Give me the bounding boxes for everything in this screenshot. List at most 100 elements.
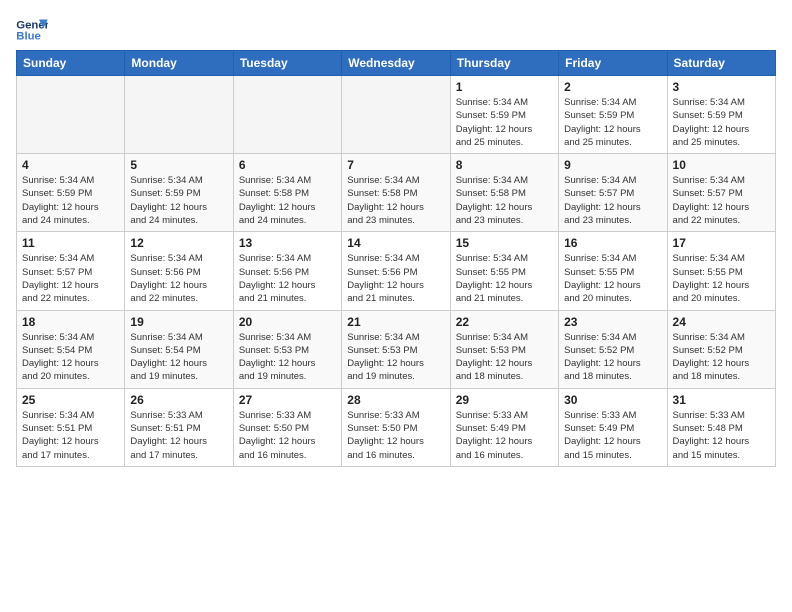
day-number: 17 <box>673 236 770 250</box>
calendar-cell: 19 Sunrise: 5:34 AMSunset: 5:54 PMDayligh… <box>125 310 233 388</box>
calendar-cell: 14 Sunrise: 5:34 AMSunset: 5:56 PMDayligh… <box>342 232 450 310</box>
day-number: 3 <box>673 80 770 94</box>
day-number: 18 <box>22 315 119 329</box>
day-info: Sunrise: 5:34 AMSunset: 5:53 PMDaylight:… <box>456 331 553 384</box>
day-info: Sunrise: 5:34 AMSunset: 5:57 PMDaylight:… <box>22 252 119 305</box>
calendar-week-1: 1Sunrise: 5:34 AMSunset: 5:59 PMDaylight… <box>17 76 776 154</box>
day-info: Sunrise: 5:33 AMSunset: 5:49 PMDaylight:… <box>456 409 553 462</box>
day-number: 29 <box>456 393 553 407</box>
day-info: Sunrise: 5:33 AMSunset: 5:50 PMDaylight:… <box>239 409 336 462</box>
day-info: Sunrise: 5:34 AMSunset: 5:53 PMDaylight:… <box>347 331 444 384</box>
weekday-header-tuesday: Tuesday <box>233 51 341 76</box>
calendar-cell <box>233 76 341 154</box>
day-number: 26 <box>130 393 227 407</box>
day-number: 4 <box>22 158 119 172</box>
day-info: Sunrise: 5:34 AMSunset: 5:58 PMDaylight:… <box>239 174 336 227</box>
calendar-cell: 5Sunrise: 5:34 AMSunset: 5:59 PMDaylight… <box>125 154 233 232</box>
day-info: Sunrise: 5:33 AMSunset: 5:48 PMDaylight:… <box>673 409 770 462</box>
calendar-cell: 31 Sunrise: 5:33 AMSunset: 5:48 PMDayligh… <box>667 388 775 466</box>
calendar-table: SundayMondayTuesdayWednesdayThursdayFrid… <box>16 50 776 467</box>
calendar-cell: 13 Sunrise: 5:34 AMSunset: 5:56 PMDayligh… <box>233 232 341 310</box>
calendar-cell: 20 Sunrise: 5:34 AMSunset: 5:53 PMDayligh… <box>233 310 341 388</box>
calendar-cell: 18 Sunrise: 5:34 AMSunset: 5:54 PMDayligh… <box>17 310 125 388</box>
calendar-cell: 24 Sunrise: 5:34 AMSunset: 5:52 PMDayligh… <box>667 310 775 388</box>
day-info: Sunrise: 5:34 AMSunset: 5:56 PMDaylight:… <box>239 252 336 305</box>
calendar-cell <box>342 76 450 154</box>
calendar-week-4: 18 Sunrise: 5:34 AMSunset: 5:54 PMDayligh… <box>17 310 776 388</box>
calendar-cell: 23 Sunrise: 5:34 AMSunset: 5:52 PMDayligh… <box>559 310 667 388</box>
calendar-cell: 30Sunrise: 5:33 AMSunset: 5:49 PMDayligh… <box>559 388 667 466</box>
weekday-header-thursday: Thursday <box>450 51 558 76</box>
day-info: Sunrise: 5:34 AMSunset: 5:58 PMDaylight:… <box>347 174 444 227</box>
day-info: Sunrise: 5:34 AMSunset: 5:54 PMDaylight:… <box>130 331 227 384</box>
calendar-cell: 9Sunrise: 5:34 AMSunset: 5:57 PMDaylight… <box>559 154 667 232</box>
day-info: Sunrise: 5:34 AMSunset: 5:59 PMDaylight:… <box>673 96 770 149</box>
calendar-cell: 10Sunrise: 5:34 AMSunset: 5:57 PMDayligh… <box>667 154 775 232</box>
calendar-cell: 29 Sunrise: 5:33 AMSunset: 5:49 PMDayligh… <box>450 388 558 466</box>
day-number: 6 <box>239 158 336 172</box>
day-info: Sunrise: 5:33 AMSunset: 5:49 PMDaylight:… <box>564 409 661 462</box>
calendar-cell: 26Sunrise: 5:33 AMSunset: 5:51 PMDayligh… <box>125 388 233 466</box>
day-number: 24 <box>673 315 770 329</box>
calendar-cell: 7 Sunrise: 5:34 AMSunset: 5:58 PMDaylight… <box>342 154 450 232</box>
day-info: Sunrise: 5:34 AMSunset: 5:58 PMDaylight:… <box>456 174 553 227</box>
day-info: Sunrise: 5:34 AMSunset: 5:53 PMDaylight:… <box>239 331 336 384</box>
calendar-cell <box>17 76 125 154</box>
day-number: 7 <box>347 158 444 172</box>
day-info: Sunrise: 5:34 AMSunset: 5:56 PMDaylight:… <box>347 252 444 305</box>
logo: General Blue <box>16 16 52 44</box>
calendar-cell: 21 Sunrise: 5:34 AMSunset: 5:53 PMDayligh… <box>342 310 450 388</box>
calendar-week-3: 11Sunrise: 5:34 AMSunset: 5:57 PMDayligh… <box>17 232 776 310</box>
day-info: Sunrise: 5:34 AMSunset: 5:59 PMDaylight:… <box>564 96 661 149</box>
day-number: 8 <box>456 158 553 172</box>
day-info: Sunrise: 5:34 AMSunset: 5:51 PMDaylight:… <box>22 409 119 462</box>
day-number: 28 <box>347 393 444 407</box>
calendar-cell: 22 Sunrise: 5:34 AMSunset: 5:53 PMDayligh… <box>450 310 558 388</box>
day-info: Sunrise: 5:34 AMSunset: 5:57 PMDaylight:… <box>564 174 661 227</box>
day-number: 23 <box>564 315 661 329</box>
day-info: Sunrise: 5:33 AMSunset: 5:50 PMDaylight:… <box>347 409 444 462</box>
calendar-cell: 17 Sunrise: 5:34 AMSunset: 5:55 PMDayligh… <box>667 232 775 310</box>
calendar-cell: 12 Sunrise: 5:34 AMSunset: 5:56 PMDayligh… <box>125 232 233 310</box>
weekday-header-wednesday: Wednesday <box>342 51 450 76</box>
calendar-cell: 8 Sunrise: 5:34 AMSunset: 5:58 PMDaylight… <box>450 154 558 232</box>
day-number: 19 <box>130 315 227 329</box>
weekday-header-row: SundayMondayTuesdayWednesdayThursdayFrid… <box>17 51 776 76</box>
calendar-cell: 11Sunrise: 5:34 AMSunset: 5:57 PMDayligh… <box>17 232 125 310</box>
weekday-header-sunday: Sunday <box>17 51 125 76</box>
calendar-cell: 6 Sunrise: 5:34 AMSunset: 5:58 PMDaylight… <box>233 154 341 232</box>
day-info: Sunrise: 5:34 AMSunset: 5:54 PMDaylight:… <box>22 331 119 384</box>
page-header: General Blue <box>16 16 776 44</box>
calendar-cell: 15 Sunrise: 5:34 AMSunset: 5:55 PMDayligh… <box>450 232 558 310</box>
day-number: 31 <box>673 393 770 407</box>
day-number: 16 <box>564 236 661 250</box>
day-info: Sunrise: 5:34 AMSunset: 5:52 PMDaylight:… <box>564 331 661 384</box>
calendar-cell: 2 Sunrise: 5:34 AMSunset: 5:59 PMDaylight… <box>559 76 667 154</box>
day-number: 14 <box>347 236 444 250</box>
day-number: 21 <box>347 315 444 329</box>
day-number: 22 <box>456 315 553 329</box>
day-number: 12 <box>130 236 227 250</box>
day-info: Sunrise: 5:34 AMSunset: 5:56 PMDaylight:… <box>130 252 227 305</box>
day-number: 5 <box>130 158 227 172</box>
calendar-week-5: 25 Sunrise: 5:34 AMSunset: 5:51 PMDayligh… <box>17 388 776 466</box>
day-info: Sunrise: 5:34 AMSunset: 5:55 PMDaylight:… <box>673 252 770 305</box>
day-number: 20 <box>239 315 336 329</box>
day-info: Sunrise: 5:34 AMSunset: 5:59 PMDaylight:… <box>22 174 119 227</box>
day-number: 2 <box>564 80 661 94</box>
day-number: 27 <box>239 393 336 407</box>
day-number: 25 <box>22 393 119 407</box>
day-number: 10 <box>673 158 770 172</box>
day-info: Sunrise: 5:34 AMSunset: 5:52 PMDaylight:… <box>673 331 770 384</box>
weekday-header-monday: Monday <box>125 51 233 76</box>
calendar-cell: 27 Sunrise: 5:33 AMSunset: 5:50 PMDayligh… <box>233 388 341 466</box>
weekday-header-saturday: Saturday <box>667 51 775 76</box>
day-info: Sunrise: 5:34 AMSunset: 5:55 PMDaylight:… <box>564 252 661 305</box>
day-number: 13 <box>239 236 336 250</box>
calendar-cell <box>125 76 233 154</box>
day-info: Sunrise: 5:34 AMSunset: 5:55 PMDaylight:… <box>456 252 553 305</box>
calendar-cell: 3 Sunrise: 5:34 AMSunset: 5:59 PMDaylight… <box>667 76 775 154</box>
calendar-week-2: 4 Sunrise: 5:34 AMSunset: 5:59 PMDaylight… <box>17 154 776 232</box>
day-number: 15 <box>456 236 553 250</box>
calendar-cell: 25 Sunrise: 5:34 AMSunset: 5:51 PMDayligh… <box>17 388 125 466</box>
